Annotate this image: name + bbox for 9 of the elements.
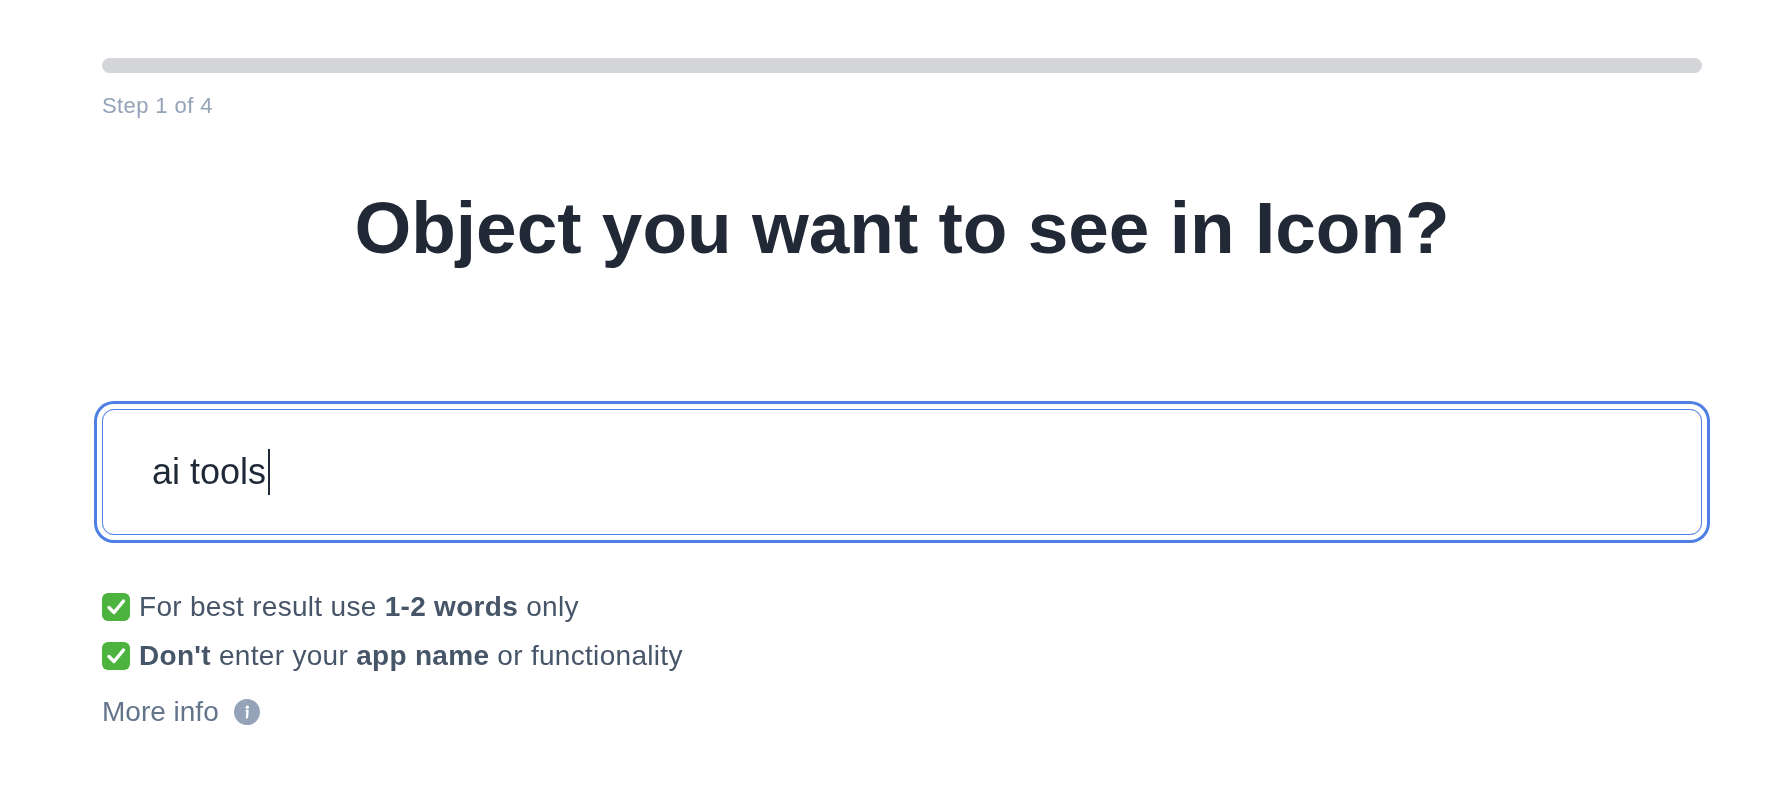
checkmark-icon [102,642,130,670]
tip-text: For best result use 1-2 words only [139,590,579,624]
more-info-link[interactable]: More info [102,694,260,730]
tip-text: Don't enter your app name or functionality [139,639,683,673]
checkmark-icon [102,593,130,621]
step-label: Step 1 of 4 [102,94,213,118]
text-cursor-icon [268,449,271,495]
info-icon[interactable] [233,699,260,725]
page-title: Object you want to see in Icon? [354,186,1450,270]
